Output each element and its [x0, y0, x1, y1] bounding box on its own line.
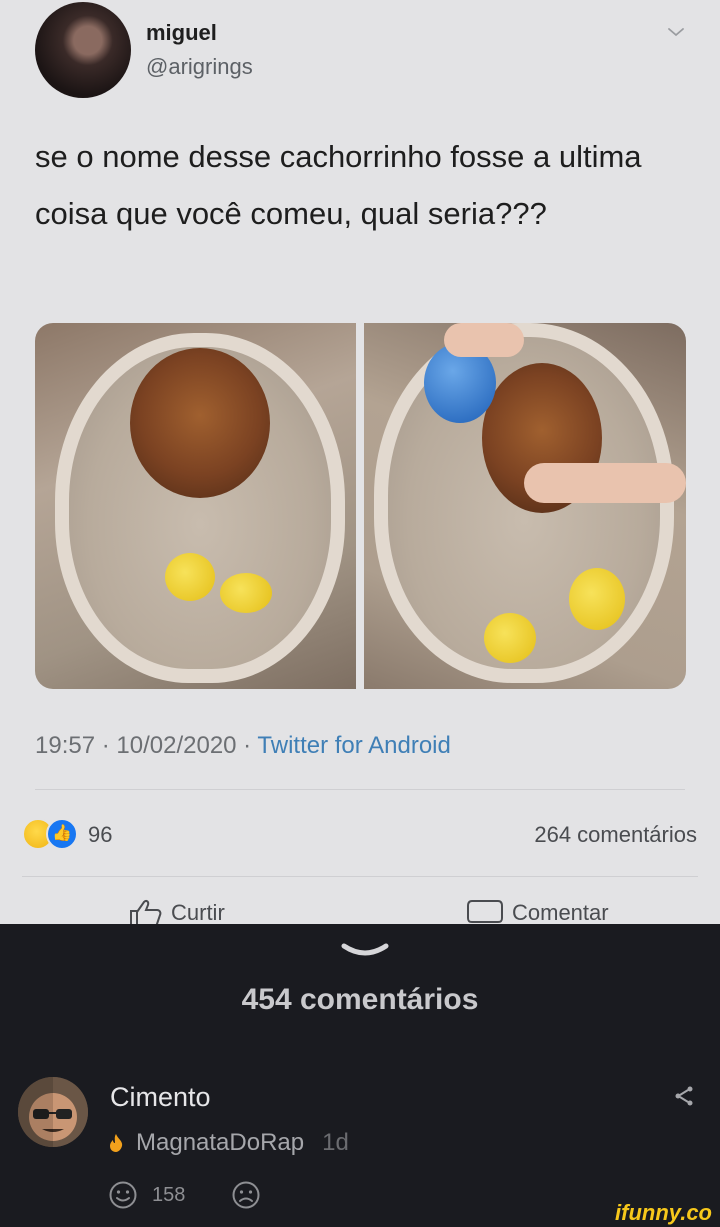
- tweet-photo-right[interactable]: [364, 323, 686, 689]
- collapse-handle-icon[interactable]: [340, 940, 390, 964]
- tweet-text: se o nome desse cachorrinho fosse a ulti…: [35, 139, 642, 231]
- chevron-down-icon[interactable]: [664, 20, 688, 44]
- reaction-icons[interactable]: 👍: [22, 818, 82, 852]
- comments-title: 454 comentários: [241, 983, 479, 1016]
- tweet-date: 10/02/2020: [116, 732, 237, 759]
- smile-upvote-icon[interactable]: [108, 1180, 138, 1210]
- reply-to-user[interactable]: MagnataDoRap: [136, 1129, 304, 1157]
- commenter-avatar[interactable]: [18, 1077, 88, 1147]
- comment-time: 1d: [322, 1129, 349, 1156]
- author-avatar[interactable]: [35, 2, 131, 98]
- flame-icon: [110, 1134, 123, 1152]
- comment-icon: [467, 900, 503, 923]
- author-handle[interactable]: @arigrings: [146, 54, 253, 80]
- comment-button[interactable]: Comentar: [466, 898, 609, 924]
- tweet-source-link[interactable]: Twitter for Android: [257, 732, 450, 759]
- tweet-photo-left[interactable]: [35, 323, 356, 689]
- comment-label: Comentar: [512, 900, 609, 924]
- like-icon: 👍: [46, 818, 78, 850]
- frown-downvote-icon[interactable]: [231, 1180, 261, 1210]
- divider: [35, 789, 685, 790]
- divider: [22, 876, 698, 877]
- tweet-screenshot: miguel @arigrings se o nome desse cachor…: [0, 0, 720, 924]
- like-button[interactable]: Curtir: [127, 898, 225, 924]
- thumbs-up-icon: [130, 900, 162, 924]
- tweet-time: 19:57: [35, 732, 96, 759]
- comments-count-link[interactable]: 264 comentários: [534, 822, 697, 848]
- author-name[interactable]: miguel: [146, 20, 217, 46]
- comment-reply-row: MagnataDoRap 1d: [108, 1129, 349, 1157]
- share-icon[interactable]: [672, 1084, 696, 1108]
- tweet-meta: 19:57 · 10/02/2020 · Twitter for Android: [35, 732, 451, 759]
- like-label: Curtir: [171, 900, 225, 924]
- reaction-count[interactable]: 96: [88, 822, 112, 848]
- comment-votes: 158: [108, 1180, 261, 1210]
- upvote-count: 158: [152, 1183, 186, 1206]
- comment-author[interactable]: Cimento: [110, 1082, 211, 1113]
- ifunny-watermark: ifunny.co: [615, 1200, 712, 1225]
